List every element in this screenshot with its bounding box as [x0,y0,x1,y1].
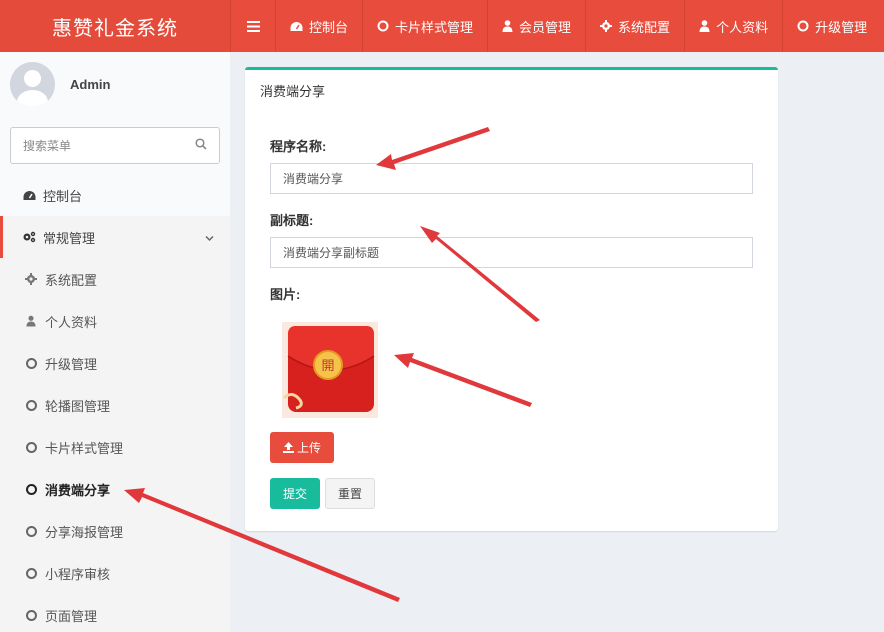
gears-icon [22,231,36,243]
envelope-char: 開 [321,359,334,374]
avatar [10,62,55,107]
menu-toggle-icon[interactable] [230,0,275,52]
sidebar-item-upgrade[interactable]: 升级管理 [0,342,230,384]
sidebar-item-label: 控制台 [43,188,83,204]
app-logo[interactable]: 惠赞礼金系统 [0,0,230,52]
sidebar-item-label: 轮播图管理 [45,398,111,414]
sidebar-item-banner[interactable]: 轮播图管理 [0,384,230,426]
sidebar-search [10,127,220,164]
gear-icon [24,273,38,285]
name-input[interactable]: 消费端分享 [270,163,753,194]
circle-icon [797,20,809,32]
page-title: 消费端分享 [260,84,326,99]
user-icon [24,315,38,327]
subtitle-input[interactable]: 消费端分享副标题 [270,237,753,268]
image-label: 图片: [270,287,301,302]
sidebar-item-label: 分享海报管理 [45,524,124,540]
topnav-item-card-style[interactable]: 卡片样式管理 [362,0,487,52]
circle-icon [24,609,38,621]
sidebar: Admin 控制台 常规管理 系统配置 个人资料 升级管理 轮播图管理 [0,52,230,632]
sidebar-item-miniprogram-review[interactable]: 小程序审核 [0,552,230,594]
sidebar-menu: 控制台 常规管理 系统配置 个人资料 升级管理 轮播图管理 卡片样式管理 消费端… [0,174,230,632]
sidebar-item-poster[interactable]: 分享海报管理 [0,510,230,552]
user-icon [699,20,710,32]
circle-icon [377,20,389,32]
gear-icon [600,20,613,32]
circle-icon [24,357,38,369]
sidebar-item-label: 消费端分享 [45,482,111,498]
search-icon[interactable] [195,138,207,153]
user-panel: Admin [0,52,230,117]
sidebar-item-system-config[interactable]: 系统配置 [0,258,230,300]
sidebar-item-pages[interactable]: 页面管理 [0,594,230,632]
user-name: Admin [70,77,111,92]
dashboard-icon [290,21,303,32]
user-icon [502,20,513,32]
topnav-label: 会员管理 [519,19,572,35]
circle-icon [24,525,38,537]
reset-button[interactable]: 重置 [325,478,375,509]
search-input[interactable] [23,138,173,153]
topnav-item-members[interactable]: 会员管理 [487,0,585,52]
sidebar-item-consumer-share[interactable]: 消费端分享 [0,468,230,510]
topnav-item-system-config[interactable]: 系统配置 [585,0,684,52]
sidebar-item-label: 卡片样式管理 [45,440,124,456]
topnav-item-profile[interactable]: 个人资料 [684,0,782,52]
topnav-item-upgrade[interactable]: 升级管理 [782,0,881,52]
submit-button[interactable]: 提交 [270,478,320,509]
name-label: 程序名称: [270,139,327,154]
upload-icon [282,442,294,453]
top-header: 惠赞礼金系统 控制台 卡片样式管理 会员管理 系统配置 个人资料 升级管理 [0,0,884,52]
sidebar-item-label: 升级管理 [45,356,98,372]
topnav-label: 系统配置 [618,19,671,35]
sidebar-item-label: 页面管理 [45,608,98,624]
sidebar-item-dashboard[interactable]: 控制台 [0,174,230,216]
sidebar-item-label: 常规管理 [43,230,96,246]
dashboard-icon [22,190,36,201]
topnav-label: 控制台 [309,19,349,35]
red-envelope-image[interactable]: 開 [282,322,378,418]
circle-icon [24,441,38,453]
topnav-item-dashboard[interactable]: 控制台 [275,0,362,52]
sidebar-item-profile[interactable]: 个人资料 [0,300,230,342]
share-form: 程序名称: 消费端分享 副标题: 消费端分享副标题 图片: 開 上传 提交 重置 [270,136,753,509]
circle-icon [24,567,38,579]
sidebar-item-general[interactable]: 常规管理 [0,216,230,258]
sidebar-item-label: 个人资料 [45,314,98,330]
form-actions: 提交 重置 [270,478,753,509]
content-box: 消费端分享 程序名称: 消费端分享 副标题: 消费端分享副标题 图片: 開 上传… [245,67,778,531]
topnav-label: 升级管理 [815,19,868,35]
top-nav: 控制台 卡片样式管理 会员管理 系统配置 个人资料 升级管理 [230,0,881,52]
sidebar-item-label: 小程序审核 [45,566,111,582]
sidebar-item-label: 系统配置 [45,272,98,288]
upload-label: 上传 [296,441,321,455]
topnav-label: 个人资料 [716,19,769,35]
subtitle-label: 副标题: [270,213,314,228]
sidebar-item-card-style[interactable]: 卡片样式管理 [0,426,230,468]
chevron-down-icon [205,231,214,246]
circle-icon [24,399,38,411]
topnav-label: 卡片样式管理 [395,19,474,35]
circle-icon [24,483,38,495]
upload-button[interactable]: 上传 [270,432,334,463]
